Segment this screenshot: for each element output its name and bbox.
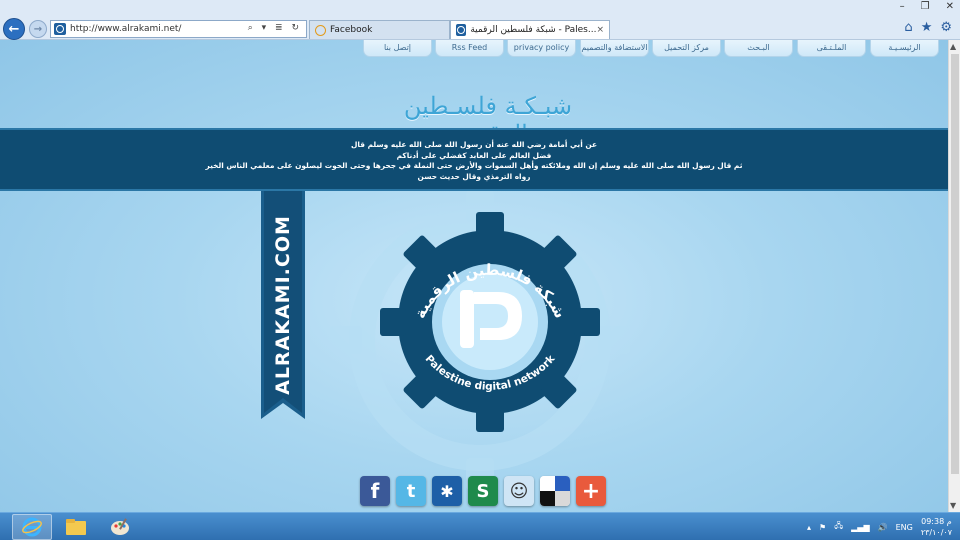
nav-home[interactable]: الرئيسـيـة	[870, 40, 939, 57]
scroll-up-icon[interactable]: ▲	[950, 42, 956, 51]
hadith-banner: عن أبي أمامة رضي الله عنه أن رسول الله ص…	[0, 128, 948, 191]
social-share-buttons: f t ✱ S ☺ +	[360, 476, 606, 506]
tab-label: Facebook	[330, 25, 373, 35]
gear-icon[interactable]: ⚙	[940, 20, 952, 35]
minimize-button[interactable]: –	[900, 1, 905, 12]
hadith-line: فضل العالم على العابد كفضلي على أدناكم	[396, 150, 552, 160]
restore-button[interactable]: ❐	[921, 1, 930, 12]
nav-download-center[interactable]: مركز التحميل	[652, 40, 721, 57]
nav-privacy-policy[interactable]: privacy policy	[507, 40, 576, 57]
window-controls: – ❐ ✕	[900, 1, 954, 12]
ribbon-text: ALRAKAMI.COM	[272, 215, 294, 395]
volume-icon[interactable]: 🔊	[878, 523, 888, 532]
delicious-icon	[540, 476, 570, 506]
facebook-icon: f	[370, 479, 380, 503]
windows-taskbar: ▴ ⚑ 🖧 ▂▄▆ 🔊 ENG 09:38 م ٢٣/١٠/٠٧	[0, 512, 960, 540]
myspace-share-button[interactable]: ✱	[432, 476, 462, 506]
twitter-share-button[interactable]: t	[396, 476, 426, 506]
network-icon[interactable]: 🖧	[834, 520, 843, 534]
tab-label: شبكة فلسطين الرقمية - Pales...	[470, 25, 597, 35]
clock-time: 09:38 م	[921, 517, 952, 526]
paint-palette-icon	[111, 518, 129, 535]
back-button[interactable]: ←	[3, 18, 25, 40]
palestine-digital-network-emblem[interactable]: شبكة فلسطين الرقمية Palestine digital ne…	[380, 212, 600, 432]
arrow-left-icon: ←	[8, 21, 20, 37]
reddit-icon: ☺	[509, 480, 529, 502]
add-share-button[interactable]: +	[576, 476, 606, 506]
arrow-right-icon: →	[33, 23, 43, 35]
scroll-thumb[interactable]	[951, 54, 959, 474]
address-bar[interactable]: http://www.alrakami.net/ ⌕ ▾ ≣ ↻	[50, 20, 307, 38]
nav-contact-us[interactable]: إتصل بنا	[363, 40, 432, 57]
stumbleupon-icon: S	[476, 480, 490, 502]
clock[interactable]: 09:38 م ٢٣/١٠/٠٧	[921, 516, 952, 538]
site-navigation: الرئيسـيـة الملـتـقى البـحث مركز التحميل…	[360, 40, 942, 57]
signal-bars-icon[interactable]: ▂▄▆	[851, 523, 869, 532]
forward-button[interactable]: →	[29, 20, 47, 38]
show-hidden-icons-icon[interactable]: ▴	[807, 523, 811, 532]
delicious-share-button[interactable]	[540, 476, 570, 506]
facebook-share-button[interactable]: f	[360, 476, 390, 506]
close-window-button[interactable]: ✕	[946, 1, 954, 12]
browser-tools: ⌂ ★ ⚙	[904, 20, 952, 35]
flag-icon[interactable]: ⚑	[819, 523, 826, 532]
web-page: الرئيسـيـة الملـتـقى البـحث مركز التحميل…	[0, 40, 948, 512]
taskbar-internet-explorer[interactable]	[12, 514, 52, 540]
url-text[interactable]: http://www.alrakami.net/	[70, 24, 181, 34]
system-tray: ▴ ⚑ 🖧 ▂▄▆ 🔊 ENG 09:38 م ٢٣/١٠/٠٧	[807, 513, 952, 540]
favorites-star-icon[interactable]: ★	[921, 20, 933, 35]
nav-forum[interactable]: الملـتـقى	[797, 40, 866, 57]
clock-date: ٢٣/١٠/٠٧	[920, 528, 952, 537]
internet-explorer-icon	[22, 517, 42, 537]
myspace-icon: ✱	[440, 481, 454, 501]
tab-palestine-network[interactable]: شبكة فلسطين الرقمية - Pales... ×	[450, 20, 610, 39]
reddit-share-button[interactable]: ☺	[504, 476, 534, 506]
site-logo[interactable]: شبـكـة فلسـطين الرقـمية	[373, 92, 603, 148]
browser-chrome: – ❐ ✕ ← → http://www.alrakami.net/ ⌕ ▾ ≣…	[0, 0, 960, 40]
hadith-line: ثم قال رسول الله صلى الله عليه وسلم إن ا…	[205, 161, 743, 170]
alrakami-ribbon: ALRAKAMI.COM	[261, 191, 305, 419]
plus-icon: +	[581, 478, 601, 504]
language-indicator[interactable]: ENG	[896, 523, 913, 532]
close-tab-icon[interactable]: ×	[596, 25, 604, 35]
folder-icon	[66, 519, 86, 535]
hadith-line: رواه الترمذي وقال حديث حسن	[417, 171, 531, 181]
hadith-line: عن أبي أمامة رضي الله عنه أن رسول الله ص…	[350, 140, 598, 149]
nav-hosting-design[interactable]: الاستضافة والتصميم	[580, 40, 649, 57]
scroll-down-icon[interactable]: ▼	[950, 501, 956, 510]
tab-facebook[interactable]: Facebook	[309, 20, 450, 39]
nav-search[interactable]: البـحث	[724, 40, 793, 57]
taskbar-file-explorer[interactable]	[56, 514, 96, 540]
twitter-icon: t	[406, 480, 416, 502]
vertical-scrollbar[interactable]: ▲ ▼	[948, 40, 960, 512]
address-bar-tools[interactable]: ⌕ ▾ ≣ ↻	[248, 23, 302, 33]
site-favicon-icon	[456, 24, 467, 36]
stumbleupon-share-button[interactable]: S	[468, 476, 498, 506]
site-favicon-icon	[54, 23, 66, 35]
home-icon[interactable]: ⌂	[904, 20, 912, 35]
nav-rss-feed[interactable]: Rss Feed	[435, 40, 504, 57]
taskbar-paint[interactable]	[100, 514, 140, 540]
ie-page-icon	[315, 24, 326, 36]
